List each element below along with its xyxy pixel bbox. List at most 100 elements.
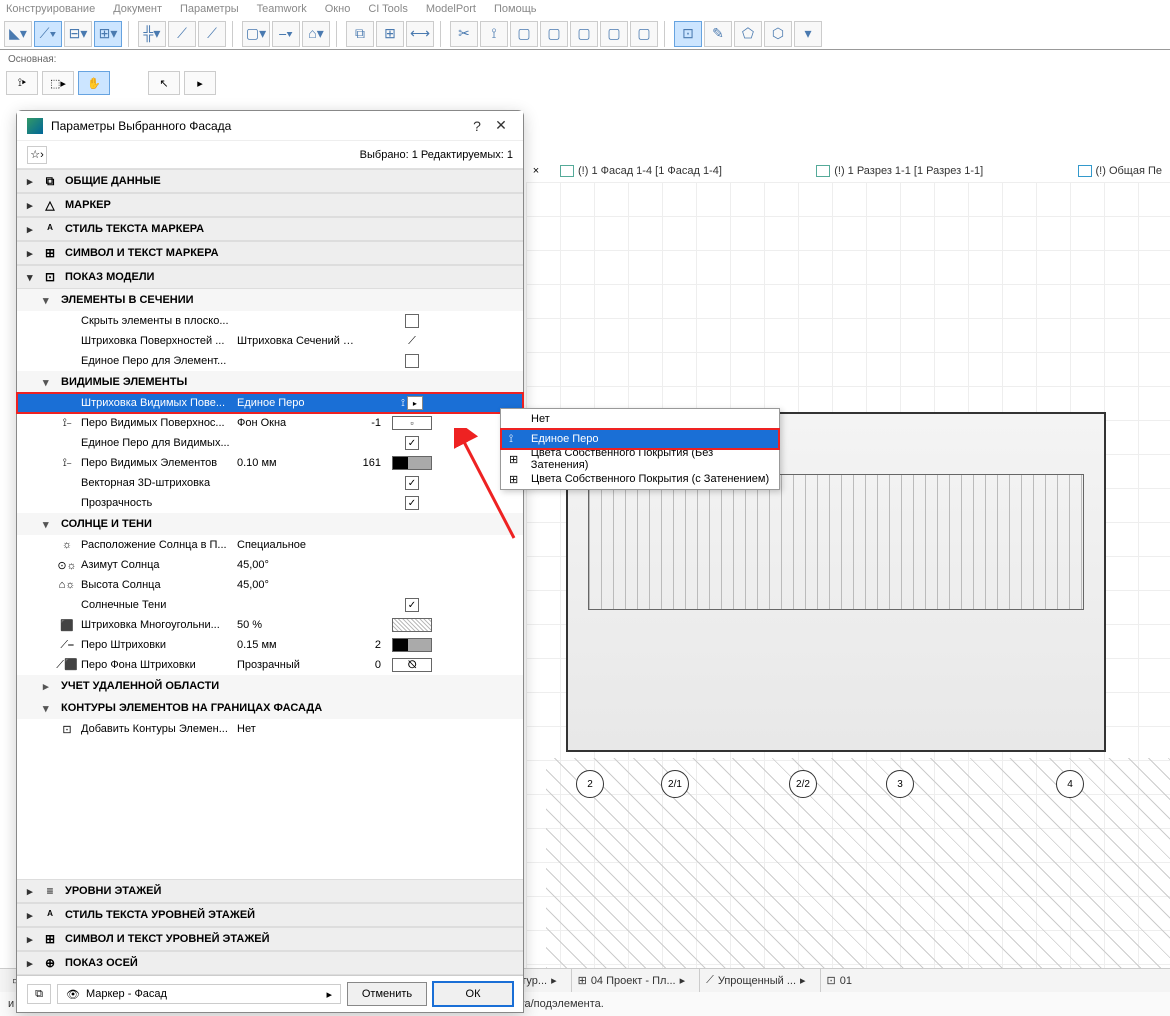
dd-option-own-colors-unshaded[interactable]: ⊞Цвета Собственного Покрытия (Без Затене… <box>501 449 779 469</box>
tool-btn[interactable]: ✎ <box>704 21 732 47</box>
fill-type-dropdown: Нет ⟟Единое Перо ⊞Цвета Собственного Пок… <box>500 408 780 490</box>
dd-option-single-pen[interactable]: ⟟Единое Перо <box>501 429 779 449</box>
marker-label-field[interactable]: 👁Маркер - Фасад▸ <box>57 984 341 1004</box>
section-marker-text-style[interactable]: ▸ᴬСТИЛЬ ТЕКСТА МАРКЕРА <box>17 217 523 241</box>
help-button[interactable]: ? <box>465 118 489 134</box>
tool-btn[interactable]: ▢ <box>540 21 568 47</box>
tool-btn[interactable]: ▢ <box>570 21 598 47</box>
menu-item[interactable]: Помощь <box>494 3 537 15</box>
prop-sun-altitude[interactable]: ⌂☼Высота Солнца45,00° <box>17 575 523 595</box>
prop-single-pen-cut[interactable]: Единое Перо для Элемент... <box>17 351 523 371</box>
section-marker[interactable]: ▸△МАРКЕР <box>17 193 523 217</box>
prop-sun-position[interactable]: ☼Расположение Солнца в П...Специальное <box>17 535 523 555</box>
dialog-titlebar: Параметры Выбранного Фасада ? ✕ <box>17 111 523 141</box>
tool-btn[interactable]: ⊟▾ <box>64 21 92 47</box>
section-grid-display[interactable]: ▸⊕ПОКАЗ ОСЕЙ <box>17 951 523 975</box>
tool-btn[interactable]: ▢ <box>630 21 658 47</box>
tool-btn[interactable]: ✂ <box>450 21 478 47</box>
selection-status: Выбрано: 1 Редактируемых: 1 <box>360 149 513 161</box>
section-story-text-style[interactable]: ▸ᴬСТИЛЬ ТЕКСТА УРОВНЕЙ ЭТАЖЕЙ <box>17 903 523 927</box>
sublabel: Основная: <box>0 50 1170 69</box>
tool-btn[interactable]: ⧉ <box>346 21 374 47</box>
tool-btn[interactable]: ⊞ <box>376 21 404 47</box>
renovation-filter[interactable]: 01 <box>840 975 852 987</box>
display-option[interactable]: Упрощенный ... <box>718 975 796 987</box>
tool-btn[interactable]: ⟋ <box>168 21 196 47</box>
tool-btn[interactable]: ⌂▾ <box>302 21 330 47</box>
grid-icon[interactable]: ╬▾ <box>138 21 166 47</box>
ok-button[interactable]: ОК <box>433 982 513 1006</box>
subheader-cut[interactable]: ▾ЭЛЕМЕНТЫ В СЕЧЕНИИ <box>17 289 523 311</box>
prop-single-pen-visible[interactable]: Единое Перо для Видимых...✓ <box>17 433 523 453</box>
cancel-button[interactable]: Отменить <box>347 982 427 1006</box>
pen-set[interactable]: 04 Проект - Пл... <box>591 975 676 987</box>
menubar: Конструирование Документ Параметры Teamw… <box>0 0 1170 18</box>
favorites-button[interactable]: ☆› <box>27 146 47 164</box>
prop-visible-fill[interactable]: Штриховка Видимых Пове...Единое Перо⟟▸ <box>17 393 523 413</box>
tab-close-icon[interactable]: × <box>526 165 546 177</box>
elevation-settings-dialog: Параметры Выбранного Фасада ? ✕ ☆› Выбра… <box>16 110 524 1013</box>
arrow-icon[interactable]: ↖ <box>148 71 180 95</box>
menu-item[interactable]: Teamwork <box>257 3 307 15</box>
prop-vector-hatch[interactable]: Векторная 3D-штриховка✓ <box>17 473 523 493</box>
layer-icon[interactable]: ⧉ <box>27 984 51 1004</box>
axis-label: 3 <box>886 770 914 798</box>
dd-option-own-colors-shaded[interactable]: ⊞Цвета Собственного Покрытия (с Затенени… <box>501 469 779 489</box>
dialog-footer: ⧉ 👁Маркер - Фасад▸ Отменить ОК <box>17 975 523 1012</box>
prop-sun-shadows[interactable]: Солнечные Тени✓ <box>17 595 523 615</box>
archicad-icon <box>27 118 43 134</box>
tool2-btn[interactable]: ✋ <box>78 71 110 95</box>
prop-hide-elements[interactable]: Скрыть элементы в плоско... <box>17 311 523 331</box>
prop-fill-pen[interactable]: ⟋⎯Перо Штриховки0.15 мм2 <box>17 635 523 655</box>
tool-btn[interactable]: ⬡ <box>764 21 792 47</box>
tool-btn[interactable]: ⎯▾ <box>272 21 300 47</box>
menu-item[interactable]: Окно <box>325 3 351 15</box>
dd-option-none[interactable]: Нет <box>501 409 779 429</box>
section-story-levels[interactable]: ▸≡УРОВНИ ЭТАЖЕЙ <box>17 879 523 903</box>
tool-btn[interactable]: ⊞▾ <box>94 21 122 47</box>
tool-btn[interactable]: ⟟ <box>480 21 508 47</box>
tool2-btn[interactable]: ⬚▸ <box>42 71 74 95</box>
tool-btn[interactable]: ⟋ <box>198 21 226 47</box>
view-tabs: × (!) 1 Фасад 1-4 [1 Фасад 1-4] (!) 1 Ра… <box>526 160 1170 182</box>
tool2-btn[interactable]: ▸ <box>184 71 216 95</box>
close-button[interactable]: ✕ <box>489 117 513 134</box>
prop-add-contours[interactable]: ⊡Добавить Контуры Элемен...Нет <box>17 719 523 739</box>
tool-btn[interactable]: ◣▾ <box>4 21 32 47</box>
menu-item[interactable]: Параметры <box>180 3 239 15</box>
section-story-symbol[interactable]: ▸⊞СИМВОЛ И ТЕКСТ УРОВНЕЙ ЭТАЖЕЙ <box>17 927 523 951</box>
menu-item[interactable]: ModelPort <box>426 3 476 15</box>
tool-btn[interactable]: ⟷ <box>406 21 434 47</box>
menu-item[interactable]: Конструирование <box>6 3 95 15</box>
tool-btn[interactable]: ⟋▾ <box>34 21 62 47</box>
subheader-boundary[interactable]: ▾КОНТУРЫ ЭЛЕМЕНТОВ НА ГРАНИЦАХ ФАСАДА <box>17 697 523 719</box>
drawing-canvas[interactable]: 2 2/1 2/2 3 4 <box>526 182 1170 968</box>
prop-shadow-fill[interactable]: ⬛Штриховка Многоугольни...50 % <box>17 615 523 635</box>
tool-btn[interactable]: ▢ <box>510 21 538 47</box>
section-model-display[interactable]: ▾⊡ПОКАЗ МОДЕЛИ <box>17 265 523 289</box>
menu-item[interactable]: Документ <box>113 3 162 15</box>
tab-section[interactable]: (!) 1 Разрез 1-1 [1 Разрез 1-1] <box>808 163 991 179</box>
axis-label: 2 <box>576 770 604 798</box>
tool-btn[interactable]: ⊡ <box>674 21 702 47</box>
tab-elevation[interactable]: (!) 1 Фасад 1-4 [1 Фасад 1-4] <box>552 163 730 179</box>
prop-transparency[interactable]: Прозрачность✓ <box>17 493 523 513</box>
prop-surface-fill[interactable]: Штриховка Поверхностей ...Штриховка Сече… <box>17 331 523 351</box>
tool-btn[interactable]: ▢ <box>600 21 628 47</box>
tool-btn[interactable]: ⬠ <box>734 21 762 47</box>
subheader-sun[interactable]: ▾СОЛНЦЕ И ТЕНИ <box>17 513 523 535</box>
section-marker-symbol[interactable]: ▸⊞СИМВОЛ И ТЕКСТ МАРКЕРА <box>17 241 523 265</box>
tab-perspective[interactable]: (!) Общая Пе <box>1070 163 1170 179</box>
menu-item[interactable]: CI Tools <box>368 3 408 15</box>
prop-visible-surface-pen[interactable]: ⟟⎯Перо Видимых Поверхнос...Фон Окна-1▫ <box>17 413 523 433</box>
subheader-remote[interactable]: ▸УЧЕТ УДАЛЕННОЙ ОБЛАСТИ <box>17 675 523 697</box>
tool2-btn[interactable]: ⟟▸ <box>6 71 38 95</box>
subheader-visible[interactable]: ▾ВИДИМЫЕ ЭЛЕМЕНТЫ <box>17 371 523 393</box>
prop-fill-bg-pen[interactable]: ⟋⬛Перо Фона ШтриховкиПрозрачный0 <box>17 655 523 675</box>
tool-btn[interactable]: ▢▾ <box>242 21 270 47</box>
prop-visible-elements-pen[interactable]: ⟟⎯Перо Видимых Элементов0.10 мм161 <box>17 453 523 473</box>
axis-label: 2/2 <box>789 770 817 798</box>
section-general[interactable]: ▸⧉ОБЩИЕ ДАННЫЕ <box>17 169 523 193</box>
prop-sun-azimuth[interactable]: ⊙☼Азимут Солнца45,00° <box>17 555 523 575</box>
tool-btn[interactable]: ▾ <box>794 21 822 47</box>
